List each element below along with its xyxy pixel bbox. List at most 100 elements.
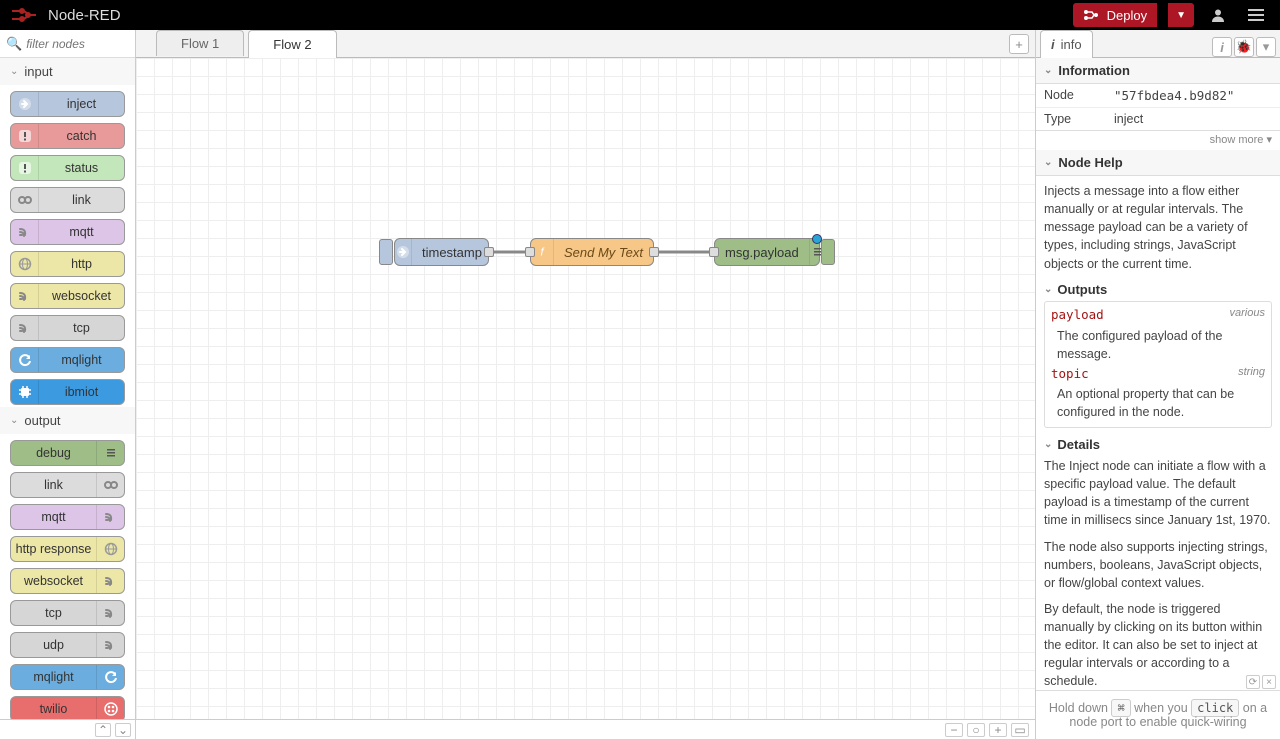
category-input[interactable]: ⌄input	[0, 58, 135, 85]
output-name: payload	[1051, 307, 1104, 322]
node-palette: 🔍 ⌄input inject catch status link mqtt http web…	[0, 30, 136, 739]
category-output[interactable]: ⌄output	[0, 407, 135, 434]
wire-icon	[11, 220, 39, 244]
zoom-reset-button[interactable]: ○	[967, 723, 985, 737]
input-port[interactable]	[525, 247, 535, 257]
deploy-button[interactable]: Deploy	[1073, 3, 1157, 27]
palette-node-websocket[interactable]: websocket	[10, 568, 125, 594]
output-type: various	[1230, 306, 1265, 322]
excl-icon	[11, 156, 39, 180]
add-tab-button[interactable]: +	[1009, 34, 1029, 54]
deploy-menu-caret[interactable]: ▼	[1168, 3, 1194, 27]
help-paragraph: The Inject node can initiate a flow with…	[1044, 457, 1272, 530]
user-icon[interactable]	[1204, 3, 1232, 27]
info-section-header[interactable]: ⌄ Information	[1036, 58, 1280, 84]
sidebar-info-icon[interactable]: i	[1212, 37, 1232, 57]
twilio-icon	[96, 697, 124, 719]
help-section-header[interactable]: ⌄ Node Help	[1036, 150, 1280, 176]
sidebar-menu-caret[interactable]: ▾	[1256, 37, 1276, 57]
palette-node-status[interactable]: status	[10, 155, 125, 181]
workspace: Flow 1Flow 2 + timestamp fSend My Text msg…	[136, 30, 1036, 739]
info-value: inject	[1106, 108, 1280, 130]
sidebar: i info i 🐞 ▾ ⌄ Information Node"57fbdea4…	[1036, 30, 1280, 739]
cycle-icon	[11, 348, 39, 372]
globe-icon	[96, 537, 124, 561]
help-paragraph: By default, the node is triggered manual…	[1044, 600, 1272, 690]
arrow-icon	[11, 92, 39, 116]
palette-node-debug[interactable]: debug	[10, 440, 125, 466]
palette-node-udp[interactable]: udp	[10, 632, 125, 658]
link-icon	[11, 188, 39, 212]
tip-bar: ⟳ × Hold down ⌘ when you click on a node…	[1036, 690, 1280, 739]
flow-node-msg-payload[interactable]: msg.payload	[714, 238, 820, 266]
wire-icon	[11, 284, 39, 308]
palette-node-ibmiot[interactable]: ibmiot	[10, 379, 125, 405]
search-icon: 🔍	[6, 36, 22, 52]
wire-icon	[11, 316, 39, 340]
chevron-down-icon: ⌄	[1044, 65, 1052, 76]
info-icon: i	[1051, 37, 1055, 52]
palette-collapse-icon[interactable]: ⌃	[95, 723, 111, 737]
filter-nodes-wrap: 🔍	[0, 30, 135, 58]
sidebar-debug-icon[interactable]: 🐞	[1234, 37, 1254, 57]
palette-node-http-response[interactable]: http response	[10, 536, 125, 562]
output-desc: An optional property that can be configu…	[1051, 383, 1265, 423]
zoom-in-button[interactable]: +	[989, 723, 1007, 737]
input-port[interactable]	[709, 247, 719, 257]
palette-node-inject[interactable]: inject	[10, 91, 125, 117]
flow-canvas[interactable]: timestamp fSend My Text msg.payload	[136, 58, 1035, 719]
palette-node-mqtt[interactable]: mqtt	[10, 219, 125, 245]
help-paragraph: The node also supports injecting strings…	[1044, 538, 1272, 592]
node-help-body: Injects a message into a flow either man…	[1036, 176, 1280, 690]
wire-icon	[96, 569, 124, 593]
palette-node-mqtt[interactable]: mqtt	[10, 504, 125, 530]
palette-node-link[interactable]: link	[10, 187, 125, 213]
output-port[interactable]	[484, 247, 494, 257]
flow-node-timestamp[interactable]: timestamp	[394, 238, 489, 266]
palette-node-tcp[interactable]: tcp	[10, 600, 125, 626]
tab-flow-1[interactable]: Flow 1	[156, 30, 244, 56]
output-port[interactable]	[649, 247, 659, 257]
palette-node-link[interactable]: link	[10, 472, 125, 498]
info-key: Type	[1036, 108, 1106, 130]
bars-icon	[96, 441, 124, 465]
wire-icon	[96, 601, 124, 625]
palette-node-mqlight[interactable]: mqlight	[10, 347, 125, 373]
info-value: "57fbdea4.b9d82"	[1106, 84, 1280, 107]
chip-icon	[11, 380, 39, 404]
globe-icon	[11, 252, 39, 276]
palette-node-websocket[interactable]: websocket	[10, 283, 125, 309]
output-type: string	[1238, 365, 1265, 381]
sidebar-tab-info[interactable]: i info	[1040, 30, 1093, 58]
node-action-button[interactable]	[379, 239, 393, 265]
logo-icon	[10, 7, 38, 23]
filter-nodes-input[interactable]	[26, 37, 129, 51]
sidebar-tabs: i info i 🐞 ▾	[1036, 30, 1280, 58]
flow-node-send-my-text[interactable]: fSend My Text	[530, 238, 654, 266]
excl-icon	[11, 124, 39, 148]
tabs-bar: Flow 1Flow 2 +	[136, 30, 1035, 58]
output-desc: The configured payload of the message.	[1051, 325, 1265, 365]
tab-flow-2[interactable]: Flow 2	[248, 30, 336, 58]
navigator-button[interactable]: ▭	[1011, 723, 1029, 737]
svg-text:f: f	[540, 247, 544, 259]
palette-node-catch[interactable]: catch	[10, 123, 125, 149]
zoom-out-button[interactable]: −	[945, 723, 963, 737]
app-header: Node-RED Deploy ▼	[0, 0, 1280, 30]
tip-close-icon[interactable]: ×	[1262, 675, 1276, 689]
arrow-icon	[395, 239, 412, 265]
tip-refresh-icon[interactable]: ⟳	[1246, 675, 1260, 689]
palette-expand-icon[interactable]: ⌄	[115, 723, 131, 737]
menu-icon[interactable]	[1242, 3, 1270, 27]
palette-node-twilio[interactable]: twilio	[10, 696, 125, 719]
cycle-icon	[96, 665, 124, 689]
changed-indicator-icon	[812, 234, 822, 244]
palette-node-mqlight[interactable]: mqlight	[10, 664, 125, 690]
brand-label: Node-RED	[48, 7, 121, 24]
show-more-link[interactable]: show more ▾	[1036, 131, 1280, 150]
chevron-down-icon: ⌄	[1044, 157, 1052, 168]
palette-node-tcp[interactable]: tcp	[10, 315, 125, 341]
palette-node-http[interactable]: http	[10, 251, 125, 277]
node-action-button[interactable]	[821, 239, 835, 265]
wire-icon	[96, 505, 124, 529]
